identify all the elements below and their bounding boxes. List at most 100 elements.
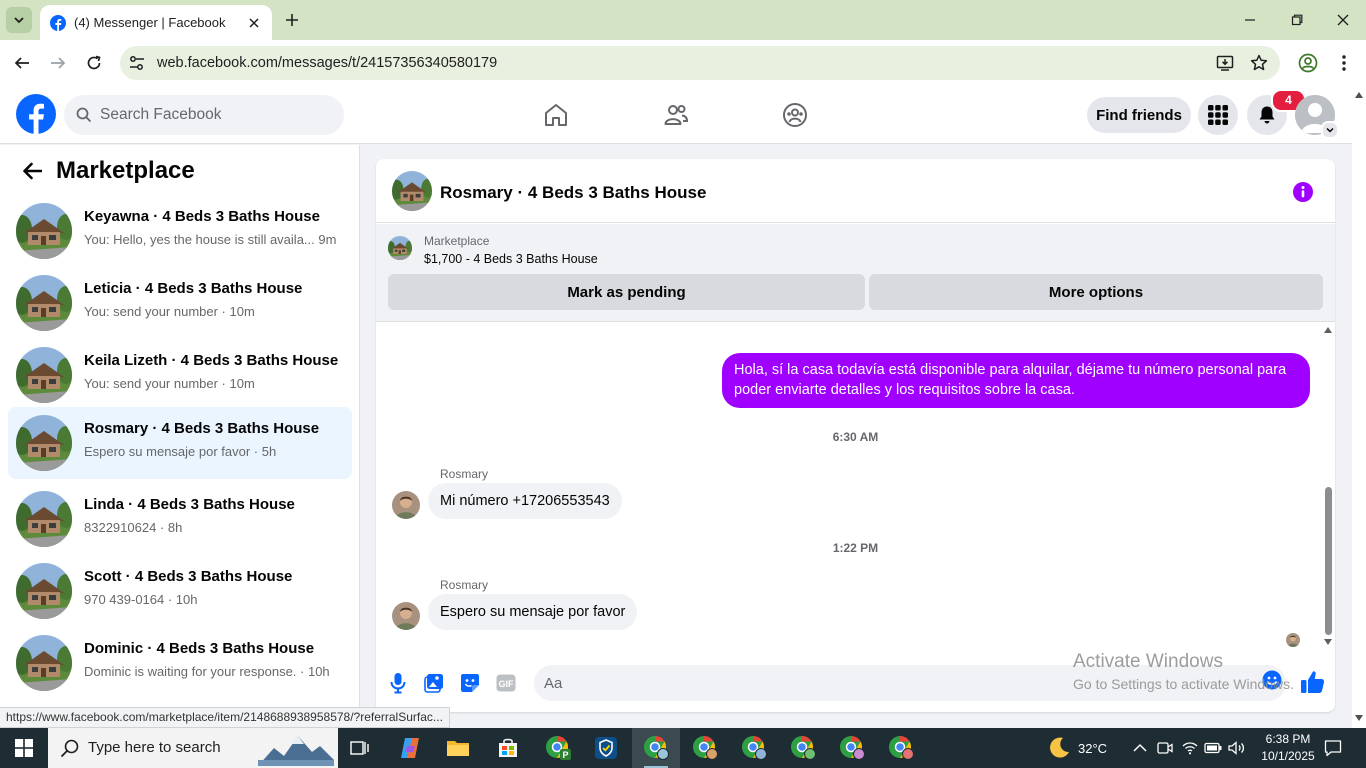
sender-avatar[interactable]: [392, 602, 420, 630]
search-icon: [76, 107, 92, 123]
conversation-name: Scott · 4 Beds 3 Baths House: [84, 568, 293, 585]
thumbs-up-icon[interactable]: [1300, 669, 1326, 695]
page-scrollbar[interactable]: [1352, 86, 1366, 728]
listing-price-title[interactable]: $1,700 - 4 Beds 3 Baths House: [424, 252, 598, 266]
task-view-icon[interactable]: [336, 728, 384, 768]
listing-thumbnail: [16, 203, 72, 259]
tab-close-icon[interactable]: [246, 15, 262, 31]
incoming-message: Espero su mensaje por favor: [428, 594, 638, 630]
browser-tab[interactable]: (4) Messenger | Facebook: [40, 5, 272, 40]
facebook-favicon-icon: [50, 14, 66, 31]
conversation-name: Leticia · 4 Beds 3 Baths House: [84, 280, 303, 297]
chrome-profile-p-icon[interactable]: P: [534, 728, 582, 768]
emoji-icon[interactable]: [1262, 670, 1282, 690]
browser-menu-icon[interactable]: [1333, 52, 1355, 74]
conversation-item[interactable]: Leticia · 4 Beds 3 Baths House You: send…: [8, 267, 352, 339]
account-caret-icon[interactable]: [1321, 121, 1339, 139]
facebook-search: [64, 95, 344, 135]
battery-icon[interactable]: [1204, 728, 1222, 768]
sender-name: Rosmary: [440, 467, 489, 481]
sidebar-title: Marketplace: [56, 157, 195, 184]
conversation-item[interactable]: Keyawna · 4 Beds 3 Baths House You: Hell…: [8, 195, 352, 267]
conversation-snippet: Dominic is waiting for your response. · …: [84, 664, 330, 679]
friends-icon[interactable]: [661, 100, 691, 130]
url-text: web.facebook.com/messages/t/241573563405…: [157, 55, 498, 71]
meet-now-icon[interactable]: [1157, 728, 1173, 768]
search-input[interactable]: [100, 95, 330, 135]
conversation-name: Dominic · 4 Beds 3 Baths House: [84, 640, 315, 657]
marketplace-sidebar: Marketplace Keyawna · 4 Beds 3 Baths Hou…: [0, 145, 360, 728]
message-input[interactable]: [544, 665, 1234, 701]
show-hidden-icons-chevron-icon[interactable]: [1133, 728, 1147, 768]
windows-taskbar: Type here to search P 32°C 6:38 PM 10/1/…: [0, 728, 1366, 768]
reload-icon[interactable]: [82, 51, 106, 75]
home-icon[interactable]: [541, 100, 571, 130]
chrome-profile-6-icon[interactable]: [877, 728, 925, 768]
clock-time: 6:38 PM: [1265, 732, 1311, 746]
new-tab-plus-icon[interactable]: [282, 10, 302, 30]
site-settings-icon[interactable]: [128, 54, 146, 72]
microphone-icon[interactable]: [386, 671, 410, 695]
facebook-logo-icon[interactable]: [16, 94, 56, 134]
more-options-button[interactable]: More options: [869, 274, 1323, 310]
listing-thumbnail[interactable]: [392, 171, 432, 211]
conversation-item[interactable]: Keila Lizeth · 4 Beds 3 Baths House You:…: [8, 339, 352, 411]
file-explorer-icon[interactable]: [434, 728, 482, 768]
taskbar-search[interactable]: Type here to search: [48, 728, 338, 768]
chrome-active-icon[interactable]: [632, 728, 680, 768]
sticker-icon[interactable]: [458, 671, 482, 695]
notification-center-icon[interactable]: [1324, 728, 1342, 768]
chrome-profile-5-icon[interactable]: [828, 728, 876, 768]
chat-title[interactable]: Rosmary · 4 Beds 3 Baths House: [440, 183, 706, 203]
bookmark-star-icon[interactable]: [1250, 54, 1268, 72]
scroll-up-arrow-icon[interactable]: [1324, 327, 1332, 333]
forward-arrow-icon[interactable]: [46, 51, 70, 75]
mark-as-pending-button[interactable]: Mark as pending: [388, 274, 865, 310]
menu-grid-icon[interactable]: [1198, 95, 1238, 135]
link-status-bubble: https://www.facebook.com/marketplace/ite…: [0, 707, 450, 728]
thread-scroll-thumb[interactable]: [1325, 487, 1332, 635]
close-window-icon[interactable]: [1331, 8, 1355, 32]
taskbar-search-placeholder: Type here to search: [88, 739, 221, 756]
profile-icon[interactable]: [1297, 52, 1319, 74]
conversation-item-active[interactable]: Rosmary · 4 Beds 3 Baths House Espero su…: [8, 407, 352, 479]
weather-temperature: 32°C: [1078, 740, 1108, 756]
vpn-shield-icon[interactable]: [582, 728, 630, 768]
conversation-name: Linda · 4 Beds 3 Baths House: [84, 496, 295, 513]
install-app-icon[interactable]: [1216, 54, 1234, 72]
conversation-item[interactable]: Linda · 4 Beds 3 Baths House 8322910624 …: [8, 483, 352, 555]
back-arrow-icon[interactable]: [20, 159, 44, 183]
find-friends-button[interactable]: Find friends: [1087, 97, 1191, 133]
weather-widget[interactable]: 32°C: [1046, 728, 1107, 768]
back-arrow-icon[interactable]: [10, 51, 34, 75]
photo-gallery-icon[interactable]: [422, 671, 446, 695]
sender-avatar[interactable]: [392, 491, 420, 519]
wifi-icon[interactable]: [1182, 728, 1198, 768]
system-clock[interactable]: 6:38 PM 10/1/2025: [1252, 731, 1324, 765]
message-thread: Hola, sí la casa todavía está disponible…: [376, 323, 1335, 657]
windows-start-icon[interactable]: [0, 728, 48, 768]
listing-thumbnail: [16, 275, 72, 331]
gif-icon[interactable]: GIF: [494, 671, 518, 695]
tab-search-button[interactable]: [6, 7, 32, 33]
scroll-up-arrow-icon[interactable]: [1355, 92, 1363, 98]
groups-icon[interactable]: [780, 100, 810, 130]
info-icon[interactable]: [1292, 181, 1314, 203]
conversation-item[interactable]: Dominic · 4 Beds 3 Baths House Dominic i…: [8, 627, 352, 699]
minimize-icon[interactable]: [1238, 8, 1262, 32]
address-bar[interactable]: web.facebook.com/messages/t/241573563405…: [120, 46, 1280, 80]
conversation-name: Rosmary · 4 Beds 3 Baths House: [84, 420, 320, 437]
microsoft-store-icon[interactable]: [484, 728, 532, 768]
conversation-item[interactable]: Scott · 4 Beds 3 Baths House 970 439-016…: [8, 555, 352, 627]
scroll-down-arrow-icon[interactable]: [1355, 715, 1363, 721]
volume-icon[interactable]: [1228, 728, 1246, 768]
seen-receipt-avatar: [1286, 633, 1300, 647]
restore-icon[interactable]: [1285, 8, 1309, 32]
chrome-profile-3-icon[interactable]: [730, 728, 778, 768]
listing-thumbnail: [16, 347, 72, 403]
scroll-down-arrow-icon[interactable]: [1324, 639, 1332, 645]
chrome-profile-4-icon[interactable]: [779, 728, 827, 768]
copilot-icon[interactable]: [386, 728, 434, 768]
chrome-profile-2-icon[interactable]: [681, 728, 729, 768]
thread-scrollbar[interactable]: [1321, 323, 1335, 657]
